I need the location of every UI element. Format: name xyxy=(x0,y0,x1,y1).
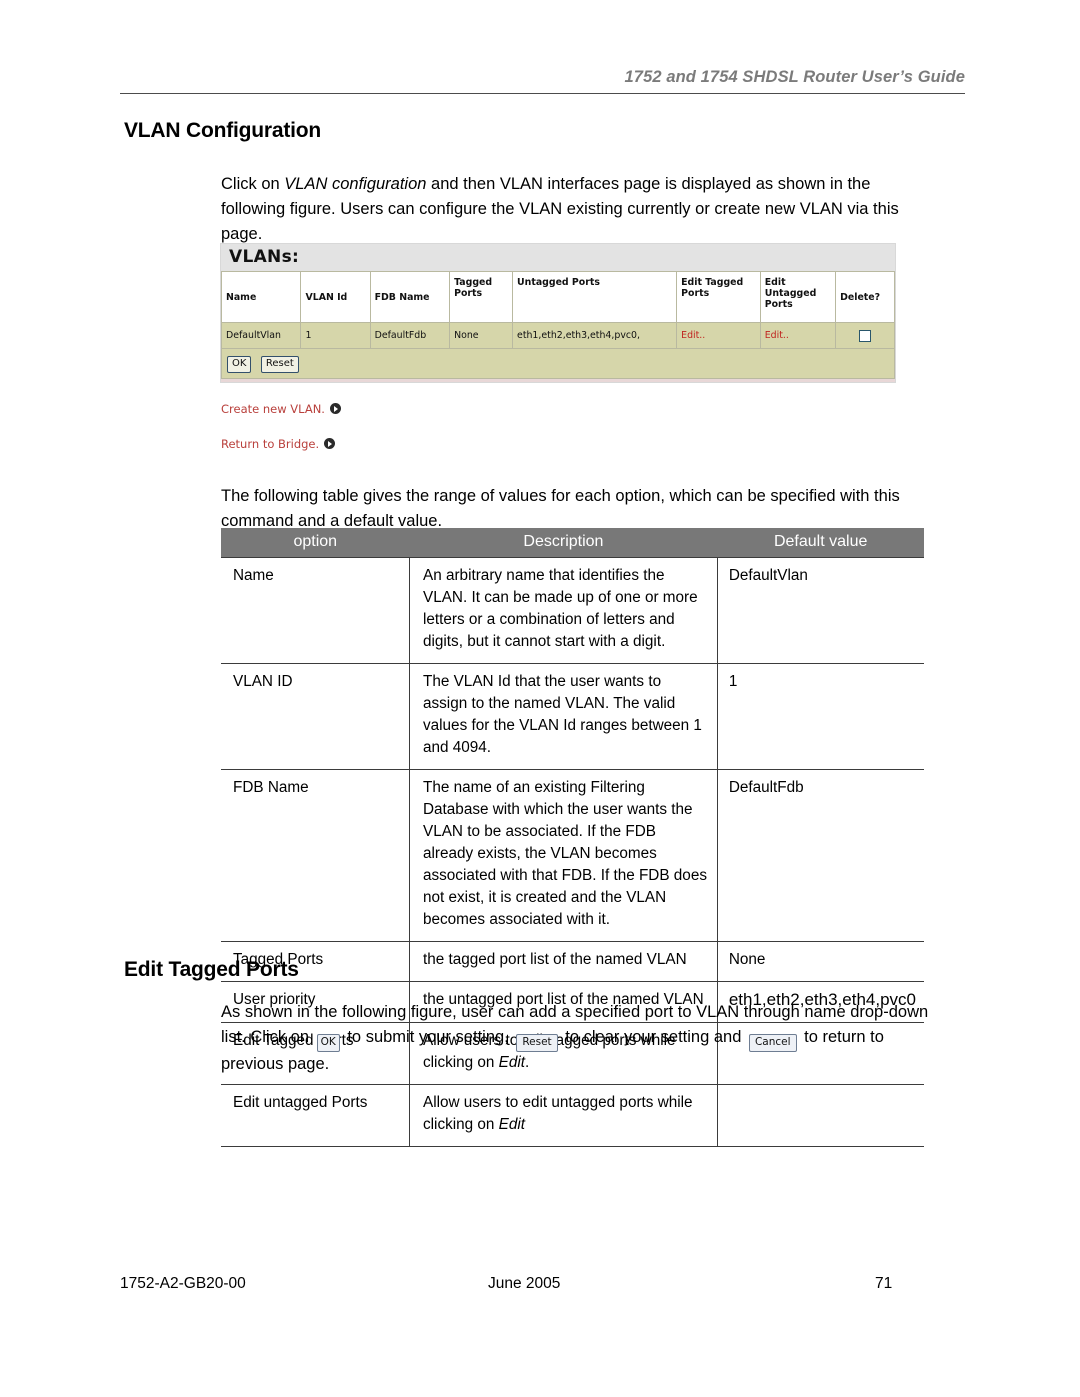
vlan-cell-name: DefaultVlan xyxy=(220,322,302,349)
edit-par-text-3: to clear your setting and xyxy=(560,1028,746,1046)
vlan-screenshot-title-bar: VLANs: xyxy=(221,244,895,271)
table-row: Edit untagged Ports Allow users to edit … xyxy=(221,1084,924,1147)
edit-tagged-ports-paragraph: As shown in the following figure, user c… xyxy=(221,1000,939,1077)
intro-paragraph: Click on VLAN configuration and then VLA… xyxy=(221,172,931,247)
footer-date: June 2005 xyxy=(488,1275,561,1292)
vlan-col-tagged-ports: Tagged Ports xyxy=(449,271,514,323)
vlan-delete-checkbox[interactable] xyxy=(859,329,872,342)
footer-page-number: 71 xyxy=(875,1275,893,1292)
create-new-vlan-label: Create new VLAN. xyxy=(221,402,325,416)
options-table-header-row: option Description Default value xyxy=(221,528,924,558)
vlan-button-row: OK Reset xyxy=(221,349,895,379)
options-table-intro-paragraph: The following table gives the range of v… xyxy=(221,487,900,530)
vlan-col-name: Name xyxy=(220,271,302,323)
options-col-option: option xyxy=(221,528,410,558)
vlan-cell-tagged-ports: None xyxy=(449,322,514,349)
vlan-ok-button[interactable]: OK xyxy=(227,356,252,373)
vlan-col-edit-untagged-ports: Edit Untagged Ports xyxy=(759,271,837,323)
option-name-cell: Edit untagged Ports xyxy=(221,1084,410,1147)
running-header-text: 1752 and 1754 SHDSL Router User’s Guide xyxy=(624,68,965,86)
vlan-cell-fdb-name: DefaultFdb xyxy=(369,322,451,349)
footer-doc-number: 1752-A2-GB20-00 xyxy=(120,1275,246,1292)
vlan-screenshot-figure: VLANs: Name VLAN Id FDB Name Tagged Port… xyxy=(220,243,896,383)
option-default-cell: DefaultVlan xyxy=(717,557,924,664)
vlan-col-untagged-ports: Untagged Ports xyxy=(512,271,678,323)
arrow-right-icon xyxy=(324,438,336,449)
create-new-vlan-link[interactable]: Create new VLAN. xyxy=(221,402,341,416)
page-title-edit-tagged-ports: Edit Tagged Ports xyxy=(124,958,299,981)
vlan-edit-untagged-link[interactable]: Edit.. xyxy=(759,322,837,349)
option-description-cell: the tagged port list of the named VLAN xyxy=(409,941,718,982)
intro-italic-term: VLAN configuration xyxy=(284,175,427,193)
option-description-cell: The name of an existing Filtering Databa… xyxy=(409,769,718,942)
arrow-right-icon xyxy=(329,403,341,414)
return-to-bridge-label: Return to Bridge. xyxy=(221,437,320,451)
option-default-cell: None xyxy=(717,941,924,982)
intro-text-before: Click on xyxy=(221,175,285,193)
vlan-col-edit-tagged-ports: Edit Tagged Ports xyxy=(676,271,761,323)
vlan-edit-tagged-link[interactable]: Edit.. xyxy=(676,322,761,349)
page-title-vlan-configuration: VLAN Configuration xyxy=(124,119,322,142)
table-row: VLAN ID The VLAN Id that the user wants … xyxy=(221,663,924,770)
vlan-screenshot-bottom-edge xyxy=(221,379,895,382)
running-header: 1752 and 1754 SHDSL Router User’s Guide xyxy=(120,68,965,94)
option-description-cell: An arbitrary name that identifies the VL… xyxy=(409,557,718,664)
vlan-reset-button[interactable]: Reset xyxy=(260,356,299,373)
return-to-bridge-link[interactable]: Return to Bridge. xyxy=(221,437,336,451)
vlan-delete-cell xyxy=(835,322,895,349)
option-name-cell: VLAN ID xyxy=(221,663,410,770)
table-row: DefaultVlan 1 DefaultFdb None eth1,eth2,… xyxy=(220,322,895,349)
option-default-cell xyxy=(717,1084,924,1147)
vlan-col-vlan-id: VLAN Id xyxy=(300,271,371,323)
option-name-cell: FDB Name xyxy=(221,769,410,942)
inline-ok-button[interactable]: OK xyxy=(316,1034,340,1052)
edit-par-text-2: to submit your setting, xyxy=(342,1028,514,1046)
vlan-col-delete: Delete? xyxy=(835,271,895,323)
vlan-screenshot-title: VLANs: xyxy=(229,247,300,267)
table-row: Tagged Ports the tagged port list of the… xyxy=(221,941,924,982)
vlan-table: Name VLAN Id FDB Name Tagged Ports Untag… xyxy=(220,271,895,349)
desc-text-before: Allow users to edit untagged ports while… xyxy=(423,1094,693,1133)
option-name-cell: Name xyxy=(221,557,410,664)
option-description-cell: Allow users to edit untagged ports while… xyxy=(409,1084,718,1147)
options-col-default-value: Default value xyxy=(717,528,924,558)
inline-reset-button[interactable]: Reset xyxy=(516,1034,558,1052)
option-description-cell: The VLAN Id that the user wants to assig… xyxy=(409,663,718,770)
option-default-cell: 1 xyxy=(717,663,924,770)
inline-cancel-button[interactable]: Cancel xyxy=(748,1034,797,1052)
vlan-cell-vlan-id: 1 xyxy=(300,322,371,349)
vlan-col-fdb-name: FDB Name xyxy=(369,271,451,323)
option-default-cell: DefaultFdb xyxy=(717,769,924,942)
table-row: FDB Name The name of an existing Filteri… xyxy=(221,769,924,942)
vlan-cell-untagged-ports: eth1,eth2,eth3,eth4,pvc0, xyxy=(512,322,678,349)
table-row: Name An arbitrary name that identifies t… xyxy=(221,557,924,664)
options-col-description: Description xyxy=(409,528,718,558)
vlan-table-header-row: Name VLAN Id FDB Name Tagged Ports Untag… xyxy=(220,271,895,323)
desc-italic-edit: Edit xyxy=(498,1116,526,1133)
